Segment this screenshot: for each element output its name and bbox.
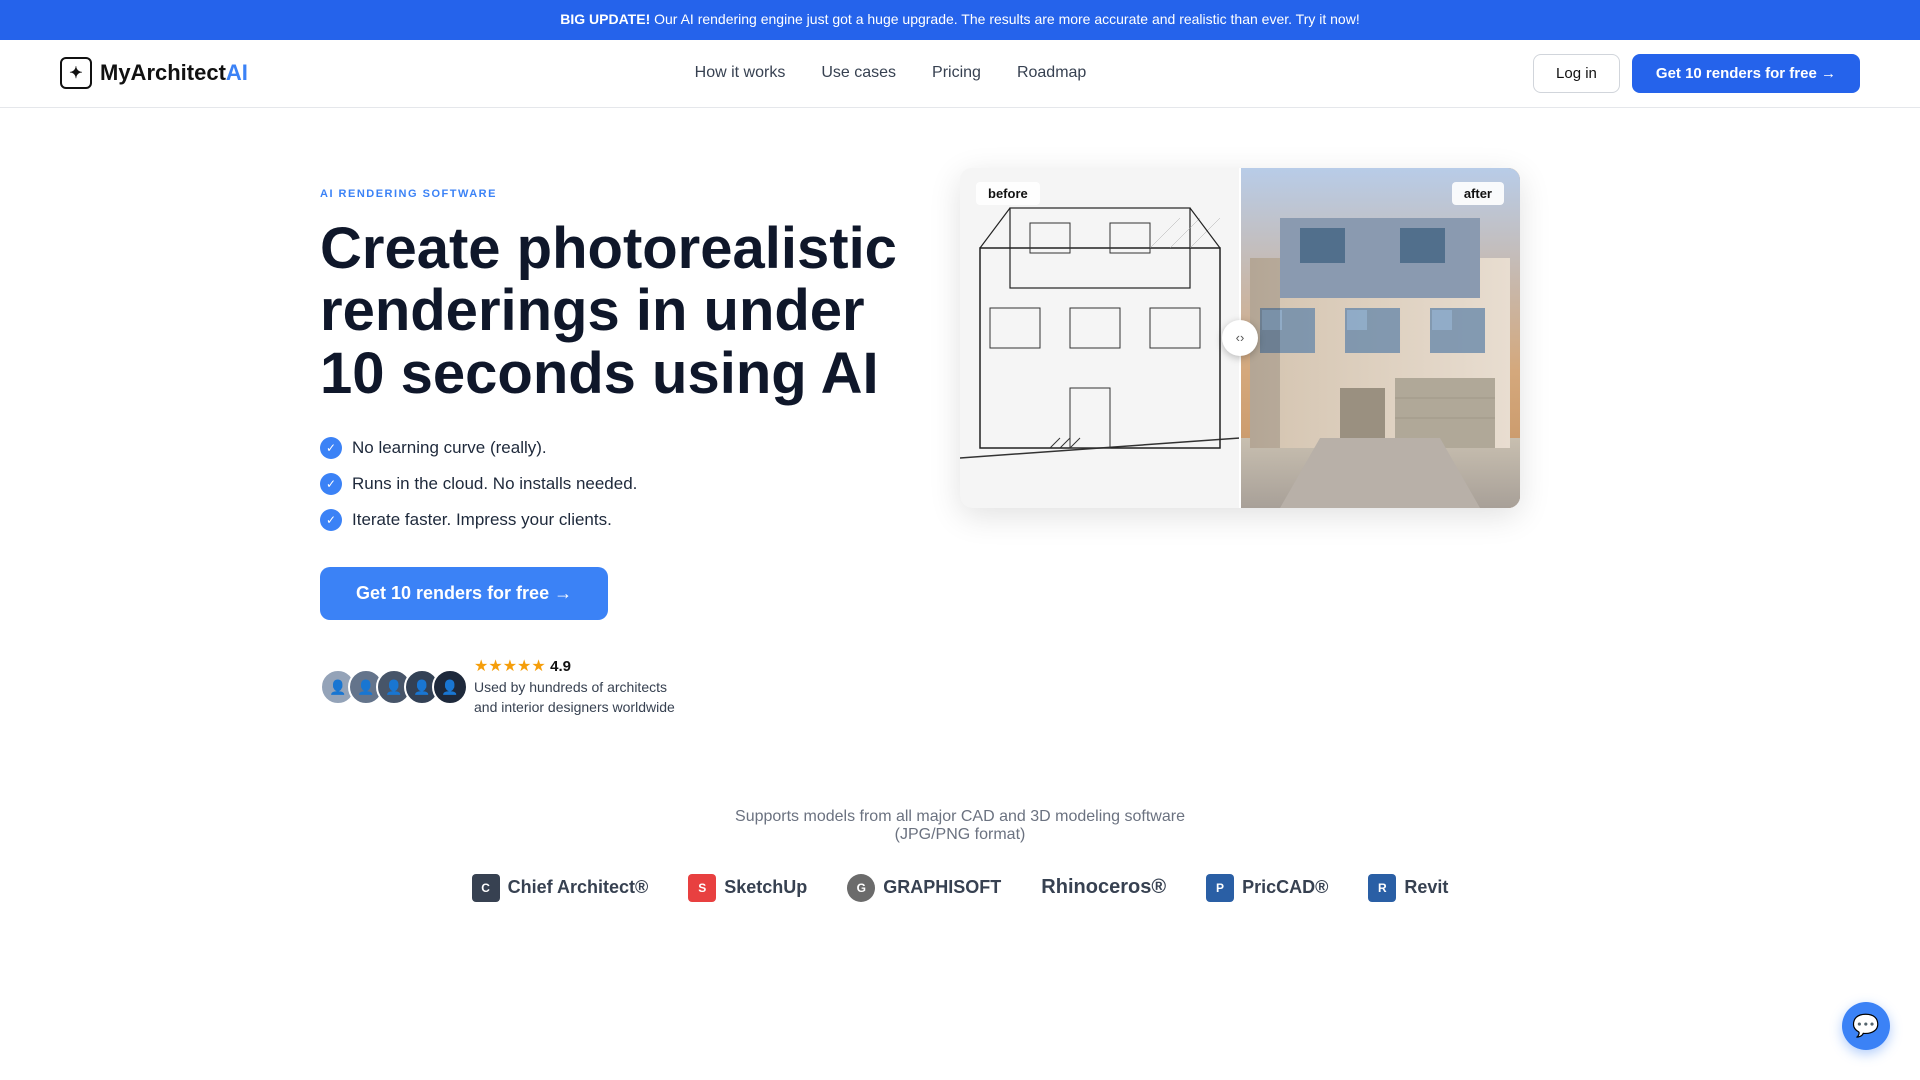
feature-text-3: Iterate faster. Impress your clients. bbox=[352, 510, 612, 530]
nav-use-cases[interactable]: Use cases bbox=[821, 64, 896, 81]
nav-roadmap[interactable]: Roadmap bbox=[1017, 64, 1086, 81]
logo-sketchup: S SketchUp bbox=[688, 874, 807, 902]
logo-graphisoft: G GRAPHISOFT bbox=[847, 874, 1001, 902]
star-icons: ★★★★★ bbox=[474, 658, 546, 675]
logo-wordmark: MyArchitectAI bbox=[100, 60, 248, 86]
rating-score: 4.9 bbox=[550, 658, 571, 675]
check-icon-1: ✓ bbox=[320, 437, 342, 459]
check-icon-2: ✓ bbox=[320, 473, 342, 495]
feature-text-2: Runs in the cloud. No installs needed. bbox=[352, 474, 637, 494]
proof-description: Used by hundreds of architects and inter… bbox=[474, 678, 694, 717]
graphisoft-label: GRAPHISOFT bbox=[883, 877, 1001, 898]
slider-handle[interactable]: ‹› bbox=[1222, 320, 1258, 356]
logo-pricecad: P PricCAD® bbox=[1206, 874, 1328, 902]
hero-features: ✓ No learning curve (really). ✓ Runs in … bbox=[320, 437, 900, 531]
sketchup-label: SketchUp bbox=[724, 877, 807, 898]
hero-cta-button[interactable]: Get 10 renders for free → bbox=[320, 567, 608, 620]
revit-icon: R bbox=[1368, 874, 1396, 902]
logo-ai: AI bbox=[226, 60, 248, 85]
chief-architect-label: Chief Architect® bbox=[508, 877, 649, 898]
chief-architect-icon: C bbox=[472, 874, 500, 902]
stars-rating: ★★★★★ 4.9 bbox=[474, 656, 694, 676]
hero-title: Create photorealistic renderings in unde… bbox=[320, 218, 900, 406]
hero-left: AI RENDERING SOFTWARE Create photorealis… bbox=[320, 168, 900, 718]
hero-right: before after bbox=[960, 168, 1520, 508]
login-button[interactable]: Log in bbox=[1533, 54, 1620, 93]
render-svg bbox=[1240, 168, 1520, 508]
feature-item: ✓ No learning curve (really). bbox=[320, 437, 900, 459]
revit-label: Revit bbox=[1404, 877, 1448, 898]
sketchup-icon: S bbox=[688, 874, 716, 902]
feature-item: ✓ Runs in the cloud. No installs needed. bbox=[320, 473, 900, 495]
before-after-slider[interactable]: before after bbox=[960, 168, 1520, 508]
logo-link[interactable]: ✦ MyArchitectAI bbox=[60, 57, 248, 89]
nav-actions: Log in Get 10 renders for free → bbox=[1533, 54, 1860, 93]
software-logos: C Chief Architect® S SketchUp G GRAPHISO… bbox=[60, 874, 1860, 902]
logo-name: MyArchitect bbox=[100, 60, 226, 85]
check-icon-3: ✓ bbox=[320, 509, 342, 531]
announcement-banner[interactable]: BIG UPDATE! Our AI rendering engine just… bbox=[0, 0, 1920, 40]
social-proof: 👤 👤 👤 👤 👤 ★★★★★ 4.9 Used by hundreds of … bbox=[320, 656, 900, 717]
support-text: Supports models from all major CAD and 3… bbox=[60, 808, 1860, 844]
logo-chief-architect: C Chief Architect® bbox=[472, 874, 649, 902]
hero-badge: AI RENDERING SOFTWARE bbox=[320, 188, 900, 200]
logo-icon: ✦ bbox=[60, 57, 92, 89]
feature-item: ✓ Iterate faster. Impress your clients. bbox=[320, 509, 900, 531]
pricecad-icon: P bbox=[1206, 874, 1234, 902]
hero-section: AI RENDERING SOFTWARE Create photorealis… bbox=[260, 108, 1660, 758]
avatar-group: 👤 👤 👤 👤 👤 bbox=[320, 669, 460, 705]
logos-section: Supports models from all major CAD and 3… bbox=[0, 758, 1920, 932]
avatar-5: 👤 bbox=[432, 669, 468, 705]
nav-how-it-works[interactable]: How it works bbox=[695, 64, 786, 81]
logo-rhinoceros: Rhinoceros® bbox=[1041, 876, 1166, 899]
nav-links: How it works Use cases Pricing Roadmap bbox=[695, 64, 1087, 82]
proof-text-block: ★★★★★ 4.9 Used by hundreds of architects… bbox=[474, 656, 694, 717]
feature-text-1: No learning curve (really). bbox=[352, 438, 547, 458]
nav-cta-button[interactable]: Get 10 renders for free → bbox=[1632, 54, 1860, 93]
after-image bbox=[1240, 168, 1520, 508]
nav-pricing[interactable]: Pricing bbox=[932, 64, 981, 81]
before-image bbox=[960, 168, 1240, 508]
navbar: ✦ MyArchitectAI How it works Use cases P… bbox=[0, 40, 1920, 108]
architectural-sketch bbox=[960, 168, 1240, 508]
chat-button[interactable]: 💬 bbox=[1842, 1002, 1890, 1050]
render-overlay bbox=[1240, 168, 1520, 508]
pricecad-label: PricCAD® bbox=[1242, 877, 1328, 898]
logo-revit: R Revit bbox=[1368, 874, 1448, 902]
rhinoceros-label: Rhinoceros® bbox=[1041, 876, 1166, 899]
after-label: after bbox=[1452, 182, 1504, 205]
logo-symbol: ✦ bbox=[69, 63, 82, 83]
graphisoft-icon: G bbox=[847, 874, 875, 902]
chat-icon: 💬 bbox=[1852, 1013, 1879, 1039]
before-label: before bbox=[976, 182, 1040, 205]
banner-prefix: BIG UPDATE! bbox=[560, 11, 650, 27]
banner-text: Our AI rendering engine just got a huge … bbox=[650, 11, 1359, 27]
